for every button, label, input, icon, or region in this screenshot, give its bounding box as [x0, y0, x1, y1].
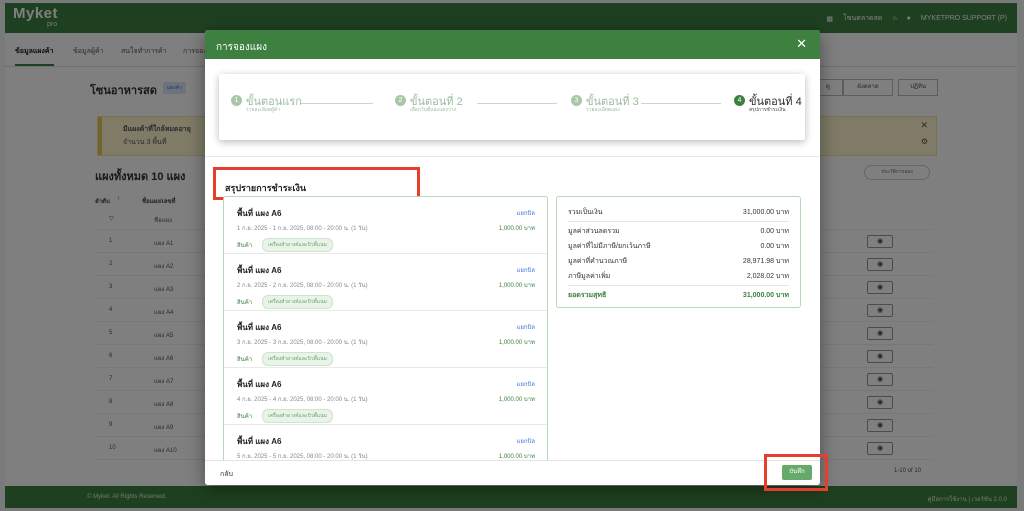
booking-modal: การจองแผง ✕ 1 ขั้นตอนแรก รายละเอียดผู้ค้…	[205, 30, 820, 485]
section-title: สรุปรายการชำระเงิน	[225, 183, 306, 193]
summary-vat: ภาษีมูลค่าเพิ่ม 2,028.02 บาท	[568, 271, 789, 282]
item-price: 1,000.00 บาท	[498, 340, 535, 346]
step-number: 3	[571, 95, 582, 106]
summary-nontax: มูลค่าที่ไม่มีภาษี/ยกเว้นภาษี 0.00 บาท	[568, 241, 789, 252]
split-bill-link[interactable]: แยกบิล	[516, 379, 535, 389]
summary-label: ยอดรวมสุทธิ	[568, 292, 607, 299]
back-button[interactable]: กลับ	[220, 469, 233, 480]
item-date: 2 ก.ย. 2025 - 2 ก.ย. 2025, 08:00 - 20:00…	[237, 283, 368, 289]
step-number: 2	[395, 95, 406, 106]
split-bill-link[interactable]: แยกบิล	[516, 265, 535, 275]
summary-value: 0.00 บาท	[760, 243, 789, 250]
stepper: 1 ขั้นตอนแรก รายละเอียดผู้ค้า 2 ขั้นตอนท…	[219, 74, 805, 140]
step-subtitle: รายละเอียดแผง	[586, 107, 620, 113]
modal-footer: กลับ	[205, 460, 820, 485]
booking-item: พื้นที่ แผง A6 แยกบิล 1 ก.ย. 2025 - 1 ก.ย.…	[224, 197, 547, 254]
booking-item: พื้นที่ แผง A6 แยกบิล 2 ก.ย. 2025 - 2 ก.ย.…	[224, 254, 547, 311]
item-goods-chip: เครื่องสำอางค์และบิวตี้แนม	[262, 295, 333, 309]
summary-net: ยอดรวมสุทธิ 31,000.00 บาท	[568, 290, 789, 301]
summary-label: มูลค่าส่วนลดรวม	[568, 228, 620, 235]
item-price: 1,000.00 บาท	[498, 283, 535, 289]
summary-label: มูลค่าที่ไม่มีภาษี/ยกเว้นภาษี	[568, 243, 651, 250]
split-bill-link[interactable]: แยกบิล	[516, 208, 535, 218]
divider	[568, 285, 789, 286]
summary-label: ภาษีมูลค่าเพิ่ม	[568, 273, 611, 280]
save-highlight-box: บันทึก	[764, 454, 828, 491]
step-subtitle: สรุปการชำระเงิน	[749, 107, 786, 113]
save-button[interactable]: บันทึก	[782, 465, 812, 480]
step-subtitle: เลือกวันที่และแผงว่าง	[410, 107, 456, 113]
item-goods-chip: เครื่องสำอางค์และบิวตี้แนม	[262, 352, 333, 366]
item-name: พื้นที่ แผง A6	[237, 437, 282, 446]
step-connector	[477, 103, 557, 104]
step-connector	[301, 103, 373, 104]
booking-item: พื้นที่ แผง A6 แยกบิล 5 ก.ย. 2025 - 5 ก.ย.…	[224, 425, 547, 460]
item-price: 1,000.00 บาท	[498, 397, 535, 403]
item-date: 3 ก.ย. 2025 - 3 ก.ย. 2025, 08:00 - 20:00…	[237, 340, 368, 346]
item-goods-label: สินค้า	[237, 300, 253, 306]
modal-title: การจองแผง	[216, 42, 267, 53]
item-name: พื้นที่ แผง A6	[237, 380, 282, 389]
item-goods-label: สินค้า	[237, 243, 253, 249]
step-connector	[641, 103, 721, 104]
summary-value: 0.00 บาท	[760, 228, 789, 235]
split-bill-link[interactable]: แยกบิล	[516, 436, 535, 446]
close-icon[interactable]: ✕	[796, 36, 807, 52]
summary-value: 31,000.00 บาท	[742, 292, 789, 299]
item-name: พื้นที่ แผง A6	[237, 323, 282, 332]
summary-taxable: มูลค่าที่คำนวณภาษี 28,971.98 บาท	[568, 256, 789, 267]
step-number: 1	[231, 95, 242, 106]
summary-value: 28,971.98 บาท	[742, 258, 789, 265]
item-goods-chip: เครื่องสำอางค์และบิวตี้แนม	[262, 409, 333, 423]
item-goods-label: สินค้า	[237, 357, 253, 363]
summary-value: 31,000.00 บาท	[742, 209, 789, 216]
summary-discount: มูลค่าส่วนลดรวม 0.00 บาท	[568, 226, 789, 237]
item-goods-label: สินค้า	[237, 414, 253, 420]
item-price: 1,000.00 บาท	[498, 226, 535, 232]
item-price: 1,000.00 บาท	[498, 454, 535, 460]
summary-total: รวมเป็นเงิน 31,000.00 บาท	[568, 207, 789, 218]
booking-item: พื้นที่ แผง A6 แยกบิล 3 ก.ย. 2025 - 3 ก.ย.…	[224, 311, 547, 368]
modal-body[interactable]: สรุปรายการชำระเงิน พื้นที่ แผง A6 แยกบิล 1…	[205, 156, 820, 460]
item-date: 4 ก.ย. 2025 - 4 ก.ย. 2025, 08:00 - 20:00…	[237, 397, 368, 403]
summary-value: 2,028.02 บาท	[746, 273, 789, 280]
item-name: พื้นที่ แผง A6	[237, 266, 282, 275]
divider	[568, 221, 789, 222]
item-name: พื้นที่ แผง A6	[237, 209, 282, 218]
booking-items-card[interactable]: พื้นที่ แผง A6 แยกบิล 1 ก.ย. 2025 - 1 ก.ย.…	[223, 196, 548, 460]
split-bill-link[interactable]: แยกบิล	[516, 322, 535, 332]
modal-header: การจองแผง ✕	[205, 30, 820, 59]
step-subtitle: รายละเอียดผู้ค้า	[246, 107, 281, 113]
item-goods-chip: เครื่องสำอางค์และบิวตี้แนม	[262, 238, 333, 252]
payment-summary-card: รวมเป็นเงิน 31,000.00 บาท มูลค่าส่วนลดรว…	[556, 196, 801, 308]
item-date: 5 ก.ย. 2025 - 5 ก.ย. 2025, 08:00 - 20:00…	[237, 454, 368, 460]
booking-item: พื้นที่ แผง A6 แยกบิล 4 ก.ย. 2025 - 4 ก.ย.…	[224, 368, 547, 425]
item-date: 1 ก.ย. 2025 - 1 ก.ย. 2025, 08:00 - 20:00…	[237, 226, 368, 232]
summary-label: มูลค่าที่คำนวณภาษี	[568, 258, 628, 265]
step-number: 4	[734, 95, 745, 106]
summary-label: รวมเป็นเงิน	[568, 209, 603, 216]
